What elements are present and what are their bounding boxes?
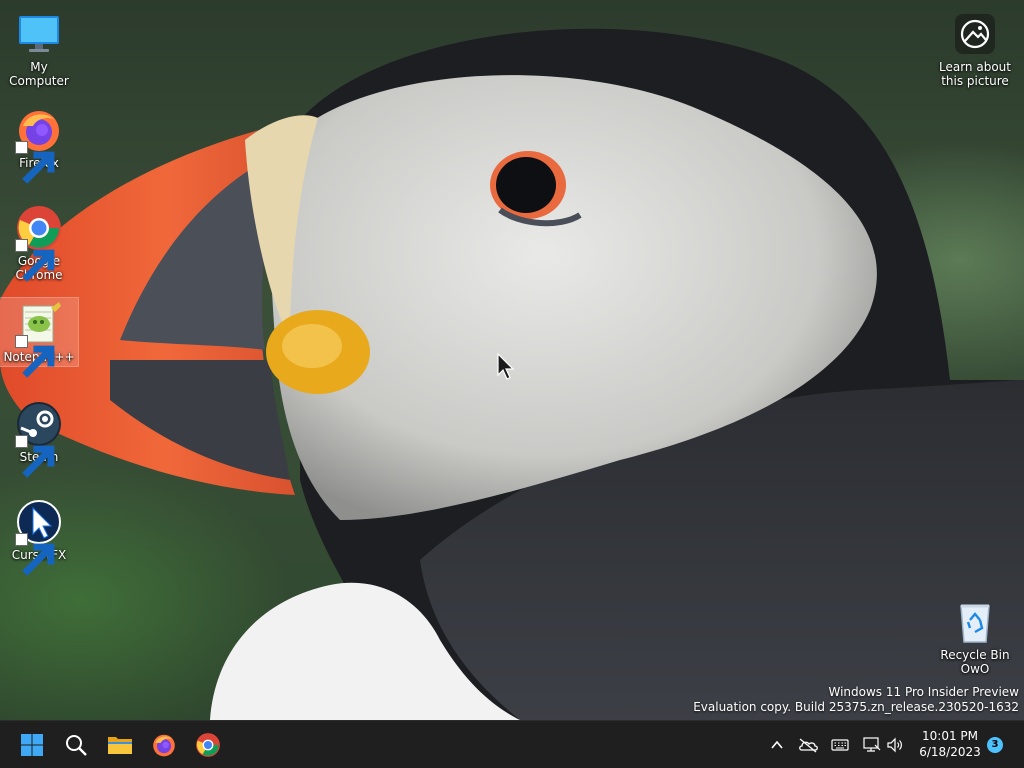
volume-icon	[887, 737, 902, 753]
clock-time: 10:01 PM	[922, 729, 978, 743]
folder-icon	[108, 737, 132, 754]
desktop-icon-google-chrome[interactable]: Google Chrome	[0, 202, 78, 282]
input-keyboard-button[interactable]	[829, 734, 851, 756]
show-hidden-icons-button[interactable]	[766, 734, 788, 756]
windows-start-icon	[21, 734, 43, 756]
shortcut-arrow-icon	[15, 335, 55, 378]
shortcut-arrow-icon	[15, 435, 55, 478]
desktop-icon-label: Recycle Bin OwO	[940, 648, 1010, 676]
evaluation-watermark: Windows 11 Pro Insider Preview Evaluatio…	[693, 685, 1019, 715]
start-button[interactable]	[12, 725, 52, 765]
notification-count-badge[interactable]: 3	[987, 737, 1003, 753]
desktop-icon-recycle-bin[interactable]: Recycle Bin OwO	[936, 596, 1014, 676]
desktop-icon-my-computer[interactable]: My Computer	[0, 8, 78, 88]
keyboard-icon	[831, 739, 849, 751]
desktop-icon-steam[interactable]: Steam	[0, 398, 78, 478]
watermark-line-2: Evaluation copy. Build 25375.zn_release.…	[693, 700, 1019, 714]
notepadpp-icon	[15, 300, 63, 378]
volume-button[interactable]	[884, 734, 906, 756]
file-explorer-button[interactable]	[100, 725, 140, 765]
monitor-icon	[15, 10, 63, 58]
mouse-cursor-icon	[497, 353, 515, 380]
desktop[interactable]: My Computer Firefox Google Chrome Notepa…	[0, 0, 1024, 720]
watermark-line-1: Windows 11 Pro Insider Preview	[828, 685, 1019, 699]
network-button[interactable]	[861, 734, 883, 756]
network-icon	[863, 737, 881, 752]
chrome-icon	[15, 204, 63, 282]
desktop-icon-cursorfx[interactable]: CursorFX	[0, 496, 78, 576]
desktop-icon-label: My Computer	[9, 60, 69, 88]
clock-button[interactable]: 10:01 PM 6/18/2023	[914, 728, 986, 760]
clock-date: 6/18/2023	[919, 745, 981, 759]
taskbar-chrome-button[interactable]	[188, 725, 228, 765]
taskbar: 10:01 PM 6/18/2023 3	[0, 720, 1024, 768]
search-icon	[66, 735, 87, 756]
shortcut-arrow-icon	[15, 533, 55, 576]
desktop-icon-firefox[interactable]: Firefox	[0, 104, 78, 184]
cursorfx-icon	[15, 498, 63, 576]
steam-icon	[15, 400, 63, 478]
recycle-bin-icon	[951, 598, 999, 646]
desktop-icon-notepadpp[interactable]: Notepad++	[0, 297, 79, 378]
search-button[interactable]	[56, 725, 96, 765]
desktop-icon-label: Learn about this picture	[939, 60, 1011, 88]
shortcut-arrow-icon	[15, 239, 55, 282]
onedrive-button[interactable]	[797, 734, 819, 756]
firefox-icon	[15, 106, 63, 184]
chrome-icon	[196, 733, 220, 757]
shortcut-arrow-icon	[15, 141, 55, 184]
taskbar-firefox-button[interactable]	[144, 725, 184, 765]
firefox-icon	[153, 734, 175, 757]
chevron-up-icon	[771, 740, 783, 749]
desktop-icon-learn-about-picture[interactable]: Learn about this picture	[936, 8, 1014, 88]
onedrive-offline-icon	[799, 738, 818, 753]
learn-about-picture-icon	[951, 10, 999, 58]
